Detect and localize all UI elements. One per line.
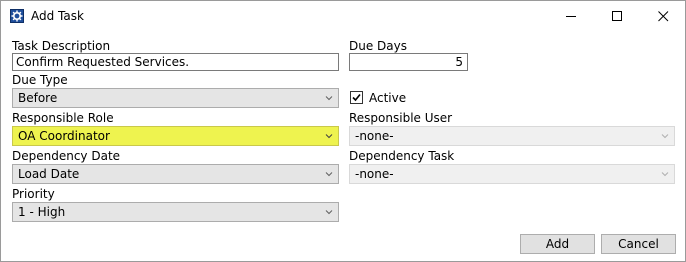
add-task-dialog: Add Task Task Description Confirm Reques… [0, 0, 686, 262]
dependency-task-label: Dependency Task [349, 149, 455, 163]
priority-value: 1 - High [18, 205, 66, 219]
responsible-user-value: -none- [355, 129, 394, 143]
task-description-label: Task Description [12, 39, 111, 53]
maximize-button[interactable] [594, 1, 640, 32]
add-button[interactable]: Add [520, 234, 595, 254]
minimize-icon [565, 16, 576, 17]
dependency-date-label: Dependency Date [12, 149, 121, 163]
dependency-task-select[interactable]: -none- [349, 164, 675, 184]
due-days-label: Due Days [349, 39, 407, 53]
due-days-field[interactable]: 5 [349, 53, 468, 71]
dependency-task-value: -none- [355, 167, 394, 181]
responsible-role-select[interactable]: OA Coordinator [12, 126, 339, 146]
chevron-down-icon [325, 210, 333, 215]
chevron-down-icon [325, 134, 333, 139]
priority-select[interactable]: 1 - High [12, 202, 339, 222]
chevron-down-icon [325, 172, 333, 177]
responsible-role-label: Responsible Role [12, 111, 114, 125]
minimize-button[interactable] [548, 1, 594, 32]
due-type-value: Before [18, 91, 58, 105]
dependency-date-value: Load Date [18, 167, 80, 181]
active-checkbox[interactable] [350, 91, 363, 104]
due-type-label: Due Type [12, 73, 68, 87]
chevron-down-icon [661, 172, 669, 177]
due-type-select[interactable]: Before [12, 88, 339, 108]
responsible-role-value: OA Coordinator [18, 129, 110, 143]
title-bar[interactable]: Add Task [1, 1, 685, 32]
cancel-button[interactable]: Cancel [601, 234, 676, 254]
chevron-down-icon [661, 134, 669, 139]
chevron-down-icon [325, 96, 333, 101]
maximize-icon [611, 11, 622, 21]
active-label: Active [369, 91, 407, 105]
close-icon [657, 11, 668, 22]
close-button[interactable] [640, 1, 686, 32]
responsible-user-label: Responsible User [349, 111, 453, 125]
checkmark-icon [352, 93, 361, 102]
window-title: Add Task [31, 9, 84, 23]
responsible-user-select[interactable]: -none- [349, 126, 675, 146]
task-description-field[interactable]: Confirm Requested Services. [12, 53, 339, 71]
priority-label: Priority [12, 187, 55, 201]
gear-icon [10, 9, 24, 23]
dependency-date-select[interactable]: Load Date [12, 164, 339, 184]
